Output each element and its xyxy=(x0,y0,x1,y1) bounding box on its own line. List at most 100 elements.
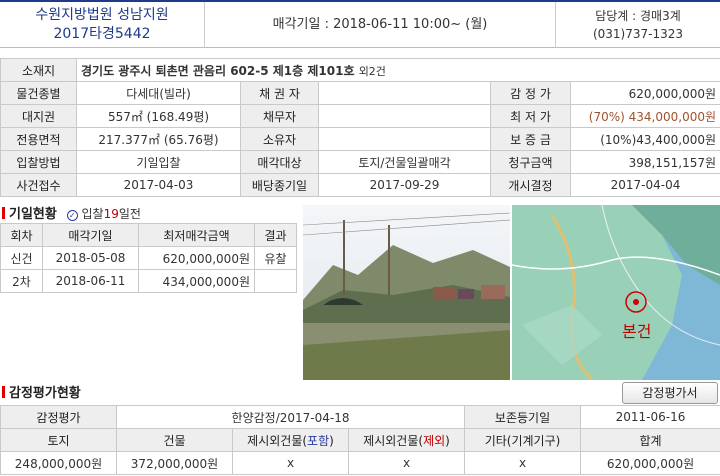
info-value: 기일입찰 xyxy=(76,150,241,174)
info-row: 사건접수 2017-04-03 배당종기일 2017-09-29 개시결정 20… xyxy=(0,173,720,197)
total-value: 620,000,000원 xyxy=(580,451,720,475)
info-label: 채 권 자 xyxy=(240,81,319,105)
property-photo[interactable] xyxy=(303,205,510,380)
info-value: 217.377㎡ (65.76평) xyxy=(76,127,241,151)
info-label: 전용면적 xyxy=(0,127,77,151)
other-value: x xyxy=(464,451,582,475)
info-row: 입찰방법 기일입찰 매각대상 토지/건물일괄매각 청구금액 398,151,15… xyxy=(0,150,720,174)
building-value: 372,000,000원 xyxy=(116,451,233,475)
section-marker-icon xyxy=(2,207,5,219)
column-header: 결과 xyxy=(254,223,297,247)
info-value: 토지/건물일괄매각 xyxy=(318,150,491,174)
column-header: 합계 xyxy=(580,428,720,452)
info-value: 2017-04-03 xyxy=(76,173,241,197)
claim-amount: 398,151,157원 xyxy=(569,150,720,174)
bid-countdown: ✓ 입찰19일전 xyxy=(66,207,141,221)
amount-cell: 620,000,000원 xyxy=(138,246,255,270)
header-text: 제시외건물( xyxy=(363,433,424,448)
column-header: 회차 xyxy=(0,223,43,247)
date-cell: 2018-06-11 xyxy=(42,269,139,293)
land-value: 248,000,000원 xyxy=(0,451,117,475)
info-row: 물건종별 다세대(빌라) 채 권 자 감 정 가 620,000,000원 xyxy=(0,81,720,105)
info-label: 최 저 가 xyxy=(490,104,571,128)
court-name: 수원지방법원 성남지원 xyxy=(35,7,169,23)
countdown-suffix: 일전 xyxy=(118,207,141,221)
extra-included-value: x xyxy=(232,451,349,475)
round-cell: 신건 xyxy=(0,246,43,270)
info-value xyxy=(318,81,491,105)
result-cell: 유찰 xyxy=(254,246,297,270)
table-header-row: 회차 매각기일 최저매각금액 결과 xyxy=(0,223,297,247)
info-value: 2017-09-29 xyxy=(318,173,491,197)
extra-excluded-value: x xyxy=(347,451,466,475)
info-label: 감 정 가 xyxy=(490,81,571,105)
address-cell: 경기도 광주시 퇴촌면 관음리 602-5 제1층 제101호 외2건 xyxy=(75,58,720,82)
info-label: 보존등기일 xyxy=(464,405,582,429)
info-label: 개시결정 xyxy=(490,173,571,197)
info-label: 물건종별 xyxy=(0,81,77,105)
info-value: 다세대(빌라) xyxy=(76,81,241,105)
info-value: 557㎡ (168.49평) xyxy=(76,104,241,128)
info-row: 대지권 557㎡ (168.49평) 채무자 최 저 가 (70%) 434,0… xyxy=(0,104,720,128)
table-row: 2차 2018-06-11 434,000,000원 xyxy=(0,269,297,293)
countdown-prefix: 입찰 xyxy=(81,207,104,221)
photo-image xyxy=(303,205,510,380)
info-label: 소유자 xyxy=(240,127,319,151)
info-label: 입찰방법 xyxy=(0,150,77,174)
address-label: 소재지 xyxy=(0,58,77,82)
evaluation-meta-row: 감정평가 한양감정/2017-04-18 보존등기일 2011-06-16 xyxy=(0,405,720,429)
header-text: ) xyxy=(329,433,334,448)
minimum-price: (70%) 434,000,000원 xyxy=(569,104,720,128)
header-text: 제시외건물( xyxy=(247,433,308,448)
column-header: 토지 xyxy=(0,428,117,452)
column-header: 최저매각금액 xyxy=(138,223,255,247)
info-label: 보 증 금 xyxy=(490,127,571,151)
contact-block: 담당계 : 경매3계 (031)737-1323 xyxy=(555,2,720,48)
bid-history-table: 회차 매각기일 최저매각금액 결과 신건 2018-05-08 620,000,… xyxy=(0,223,297,293)
subject-property-label: 본건 xyxy=(622,322,652,341)
property-info-table: 소재지 경기도 광주시 퇴촌면 관음리 602-5 제1층 제101호 외2건 … xyxy=(0,58,720,197)
section-title: 기일현황 xyxy=(9,207,57,222)
info-label: 사건접수 xyxy=(0,173,77,197)
info-value xyxy=(318,104,491,128)
appraisal-report-button[interactable]: 감정평가서 xyxy=(622,382,718,404)
countdown-days: 19 xyxy=(103,207,119,221)
info-value xyxy=(318,127,491,151)
info-label: 대지권 xyxy=(0,104,77,128)
date-cell: 2018-05-08 xyxy=(42,246,139,270)
phone-number: (031)737-1323 xyxy=(592,27,684,41)
location-map[interactable]: 본건 xyxy=(512,205,720,380)
sale-date: 매각기일 : 2018-06-11 10:00~ (월) xyxy=(272,17,488,32)
case-number[interactable]: 2017타경5442 xyxy=(0,25,204,44)
evaluation-title: 감정평가현황 xyxy=(2,385,302,401)
header-emphasis: 제외 xyxy=(423,433,446,448)
header-emphasis: 포함 xyxy=(307,433,330,448)
result-cell xyxy=(254,269,297,293)
table-header-row: 토지 건물 제시외건물(포함) 제시외건물(제외) 기타(기계기구) 합계 xyxy=(0,428,720,452)
column-header: 건물 xyxy=(116,428,233,452)
address-extra: 외2건 xyxy=(358,64,386,78)
check-circle-icon: ✓ xyxy=(66,210,78,221)
deposit-value: (10%)43,400,000원 xyxy=(569,127,720,151)
column-header: 기타(기계기구) xyxy=(464,428,582,452)
info-row: 전용면적 217.377㎡ (65.76평) 소유자 보 증 금 (10%)43… xyxy=(0,127,720,151)
bid-status-title: 기일현황 ✓ 입찰19일전 xyxy=(2,206,302,222)
table-row: 신건 2018-05-08 620,000,000원 유찰 xyxy=(0,246,297,270)
map-image xyxy=(512,205,720,380)
info-label: 채무자 xyxy=(240,104,319,128)
evaluation-table: 감정평가 한양감정/2017-04-18 보존등기일 2011-06-16 토지… xyxy=(0,405,720,475)
section-title: 감정평가현황 xyxy=(9,386,81,401)
round-cell: 2차 xyxy=(0,269,43,293)
amount-cell: 434,000,000원 xyxy=(138,269,255,293)
info-label: 매각대상 xyxy=(240,150,319,174)
address-row: 소재지 경기도 광주시 퇴촌면 관음리 602-5 제1층 제101호 외2건 xyxy=(0,58,720,82)
info-label: 청구금액 xyxy=(490,150,571,174)
column-header: 제시외건물(포함) xyxy=(232,428,349,452)
info-value: 2017-04-04 xyxy=(569,173,720,197)
section-marker-icon xyxy=(2,386,5,398)
table-row: 248,000,000원 372,000,000원 x x x 620,000,… xyxy=(0,451,720,475)
department: 담당계 : 경매3계 xyxy=(595,9,681,23)
appraisal-value: 620,000,000원 xyxy=(569,81,720,105)
court-block: 수원지방법원 성남지원 2017타경5442 xyxy=(0,2,205,48)
info-value: 한양감정/2017-04-18 xyxy=(115,405,466,429)
